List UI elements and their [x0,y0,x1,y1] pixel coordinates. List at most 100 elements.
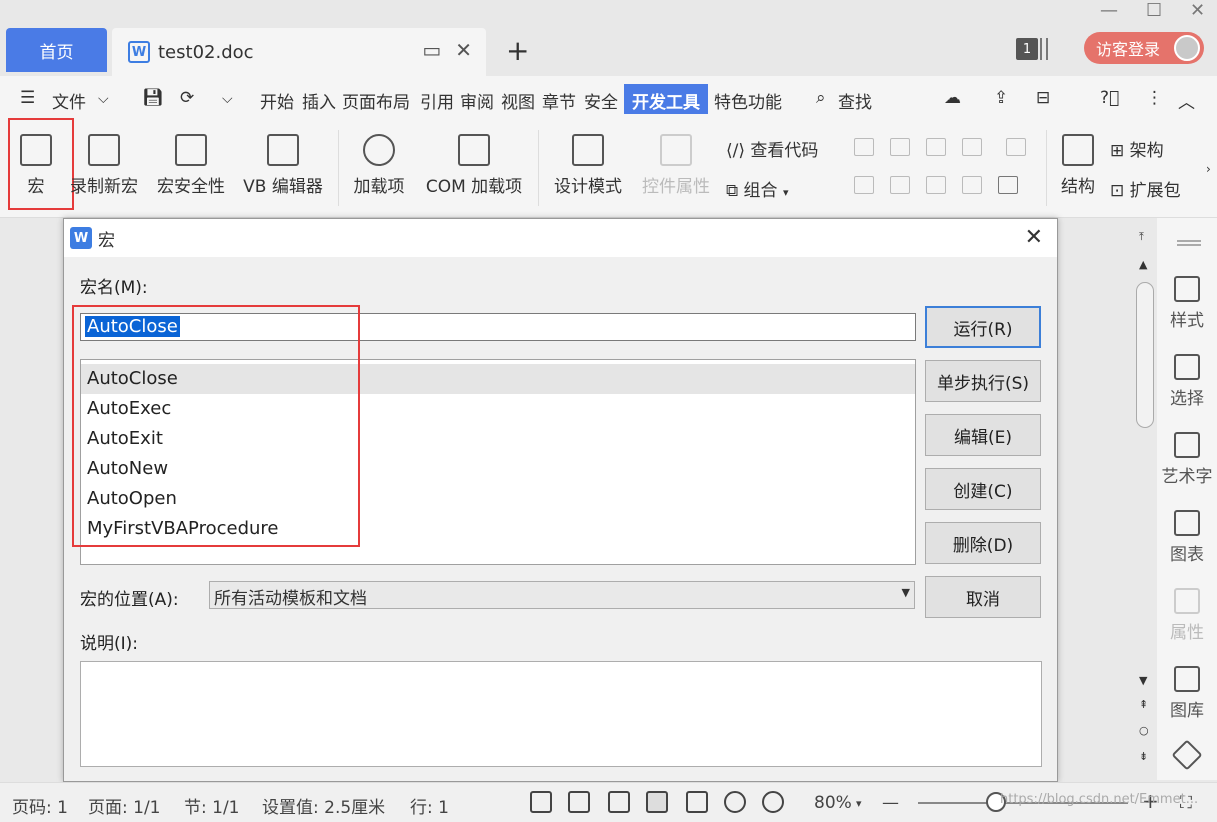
schema-button[interactable]: ⊞ 架构 [1110,136,1164,161]
menu-references[interactable]: 引用 [420,88,454,113]
expansion-pack-button[interactable]: ⊡ 扩展包 [1110,176,1181,201]
scroll-down-icon[interactable]: ▼ [1139,674,1147,687]
login-label: 访客登录 [1096,40,1161,59]
menu-view[interactable]: 视图 [501,88,535,113]
ribbon-developer: 宏 录制新宏 宏安全性 VB 编辑器 加载项 COM 加载项 设计模式 控件属性… [0,118,1217,218]
side-chart-button[interactable]: 图表 [1157,510,1217,565]
reading-mode-icon[interactable] [568,791,590,813]
doc-tab-label: test02.doc [158,41,254,63]
macro-security-button[interactable]: 宏安全性 [154,134,228,197]
legacy-tools-icon[interactable] [998,176,1018,194]
menu-file[interactable]: 文件 [52,88,86,113]
more-options-icon[interactable]: ⋮ [1146,88,1163,108]
create-button[interactable]: 创建(C) [925,468,1041,510]
hamburger-icon[interactable]: ☰ [20,88,35,108]
save-icon[interactable]: 💾︎ [142,88,164,108]
menu-insert[interactable]: 插入 [302,88,336,113]
macro-location-label: 宏的位置(A): [80,590,179,610]
toolbox-icon[interactable]: ⊟ [1036,88,1050,108]
ribbon-scroll-right-icon[interactable]: › [1206,162,1211,176]
outline-view-icon[interactable] [686,791,708,813]
building-block-icon [962,138,982,156]
prev-page-icon[interactable]: ⇞ [1139,698,1148,711]
side-gallery-button[interactable]: 图库 [1157,666,1217,721]
new-tab-icon[interactable]: + [506,34,529,67]
status-page-number: 页码: 1 [12,798,68,818]
cloud-icon[interactable]: ☁ [944,88,961,108]
side-wordart-button[interactable]: 艺术字 [1157,432,1217,487]
dialog-title: 宏 [98,230,115,251]
vb-editor-button[interactable]: VB 编辑器 [240,134,326,197]
close-icon[interactable]: ✕ [1025,225,1043,250]
side-properties-label: 属性 [1170,623,1204,643]
delete-button[interactable]: 删除(D) [925,522,1041,564]
macro-location-select[interactable]: 所有活动模板和文档 ▼ [209,581,915,609]
fullscreen-icon[interactable] [530,791,552,813]
menu-chapter[interactable]: 章节 [542,88,576,113]
login-button[interactable]: 访客登录 [1084,32,1204,64]
side-chart-label: 图表 [1170,545,1204,565]
select-browse-icon[interactable]: ○ [1139,724,1149,737]
zoom-dropdown-icon[interactable]: ▾ [856,797,862,810]
menu-search[interactable]: 查找 [838,88,872,113]
record-macro-button[interactable]: 录制新宏 [68,134,140,197]
menu-layout[interactable]: 页面布局 [342,88,410,113]
side-more-button[interactable] [1157,739,1217,771]
expansion-pack-label: 扩展包 [1129,181,1181,201]
tab-document[interactable]: W test02.doc ▭ ✕ [112,28,486,76]
window-list-icon[interactable] [1040,38,1048,60]
menu-developer[interactable]: 开发工具 [624,84,708,114]
side-select-button[interactable]: 选择 [1157,354,1217,409]
next-page-icon[interactable]: ⇟ [1139,750,1148,763]
maximize-icon[interactable]: ☐ [1146,0,1162,21]
drag-handle-icon[interactable] [1177,240,1201,246]
chevron-down-icon[interactable]: ⌵ [98,91,109,107]
page-view-icon[interactable] [646,791,668,813]
window-count-badge[interactable]: 1 [1016,38,1038,60]
status-page: 页面: 1/1 [88,798,161,818]
menu-review[interactable]: 审阅 [460,88,494,113]
pen-icon [1174,276,1200,302]
collapse-ribbon-icon[interactable]: ︿ [1178,88,1195,113]
avatar [1174,35,1200,61]
run-button[interactable]: 运行(R) [925,306,1041,348]
addins-button[interactable]: 加载项 [350,134,408,197]
status-setting[interactable]: 设置值: 2.5厘米 [262,793,385,818]
dialog-title-bar[interactable]: W 宏 ✕ [64,219,1057,257]
minimize-icon[interactable]: — [1100,0,1118,21]
image-icon [1174,666,1200,692]
scroll-up-icon[interactable]: ▲ [1139,258,1147,271]
menu-features[interactable]: 特色功能 [714,88,782,113]
web-view-icon[interactable] [724,791,746,813]
close-window-icon[interactable]: ✕ [1190,0,1205,21]
share-icon[interactable]: ⇪ [994,88,1008,108]
design-mode-button[interactable]: 设计模式 [550,134,626,197]
group-button[interactable]: ⧉ 组合 ▾ [726,176,788,201]
zoom-out-icon[interactable]: — [882,793,899,813]
menu-bar: ☰ 文件 ⌵ 💾︎ ⟳ ⌵ 开始 插入 页面布局 引用 审阅 视图 章节 安全 … [0,76,1217,122]
macro-name-label: 宏名(M): [80,278,148,298]
scrollbar-thumb[interactable] [1136,282,1154,428]
com-addins-button[interactable]: COM 加载项 [420,134,528,197]
page-up-icon[interactable]: ⤒ [1139,230,1144,244]
step-into-button[interactable]: 单步执行(S) [925,360,1041,402]
tab-home[interactable]: 首页 [6,28,107,72]
view-code-button[interactable]: ⟨/⟩ 查看代码 [726,136,818,161]
more-dropdown-icon[interactable]: ⌵ [222,91,233,107]
zoom-level[interactable]: 80% [814,793,852,813]
edit-button[interactable]: 编辑(E) [925,414,1041,456]
pen-icon[interactable] [608,791,630,813]
tools-icon [1171,739,1203,771]
menu-home[interactable]: 开始 [260,88,294,113]
close-tab-icon[interactable]: ✕ [455,38,472,62]
macro-location-value: 所有活动模板和文档 [214,589,367,609]
structure-button[interactable]: 结构 [1058,134,1098,197]
help-icon[interactable]: ?⃝ [1100,88,1119,108]
cancel-button[interactable]: 取消 [925,576,1041,618]
monitor-icon[interactable]: ▭ [422,38,441,62]
side-style-button[interactable]: 样式 [1157,276,1217,331]
menu-security[interactable]: 安全 [584,88,618,113]
eye-protection-icon[interactable] [762,791,784,813]
search-icon[interactable]: ⌕ [816,88,826,108]
format-painter-icon[interactable]: ⟳ [180,88,194,108]
